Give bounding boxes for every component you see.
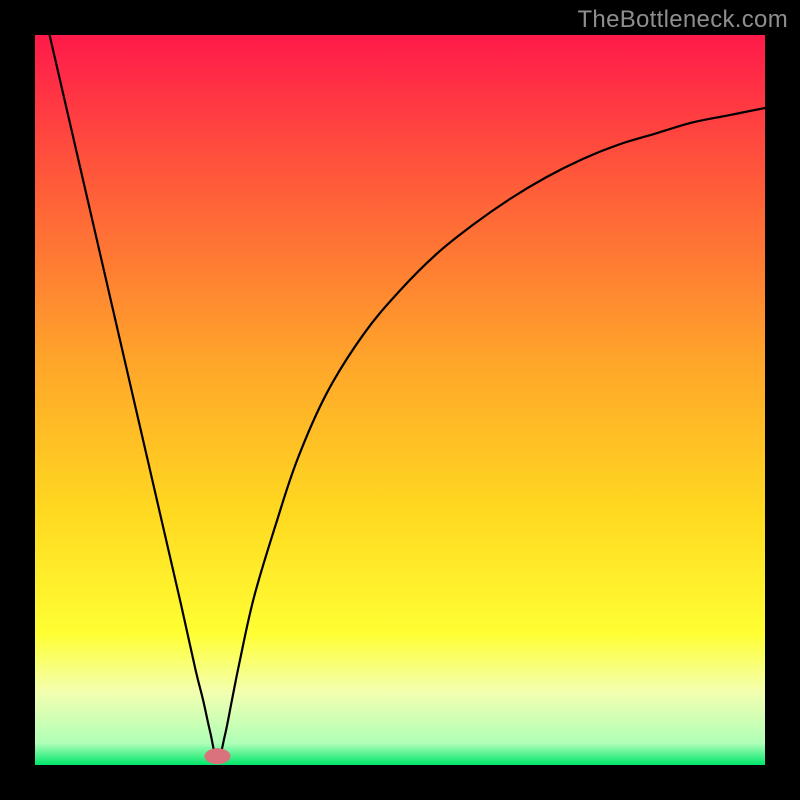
bottleneck-chart [35, 35, 765, 765]
attribution-text: TheBottleneck.com [577, 6, 788, 34]
gradient-background [35, 35, 765, 765]
optimal-point-marker [205, 748, 231, 764]
chart-container: TheBottleneck.com [0, 0, 800, 800]
